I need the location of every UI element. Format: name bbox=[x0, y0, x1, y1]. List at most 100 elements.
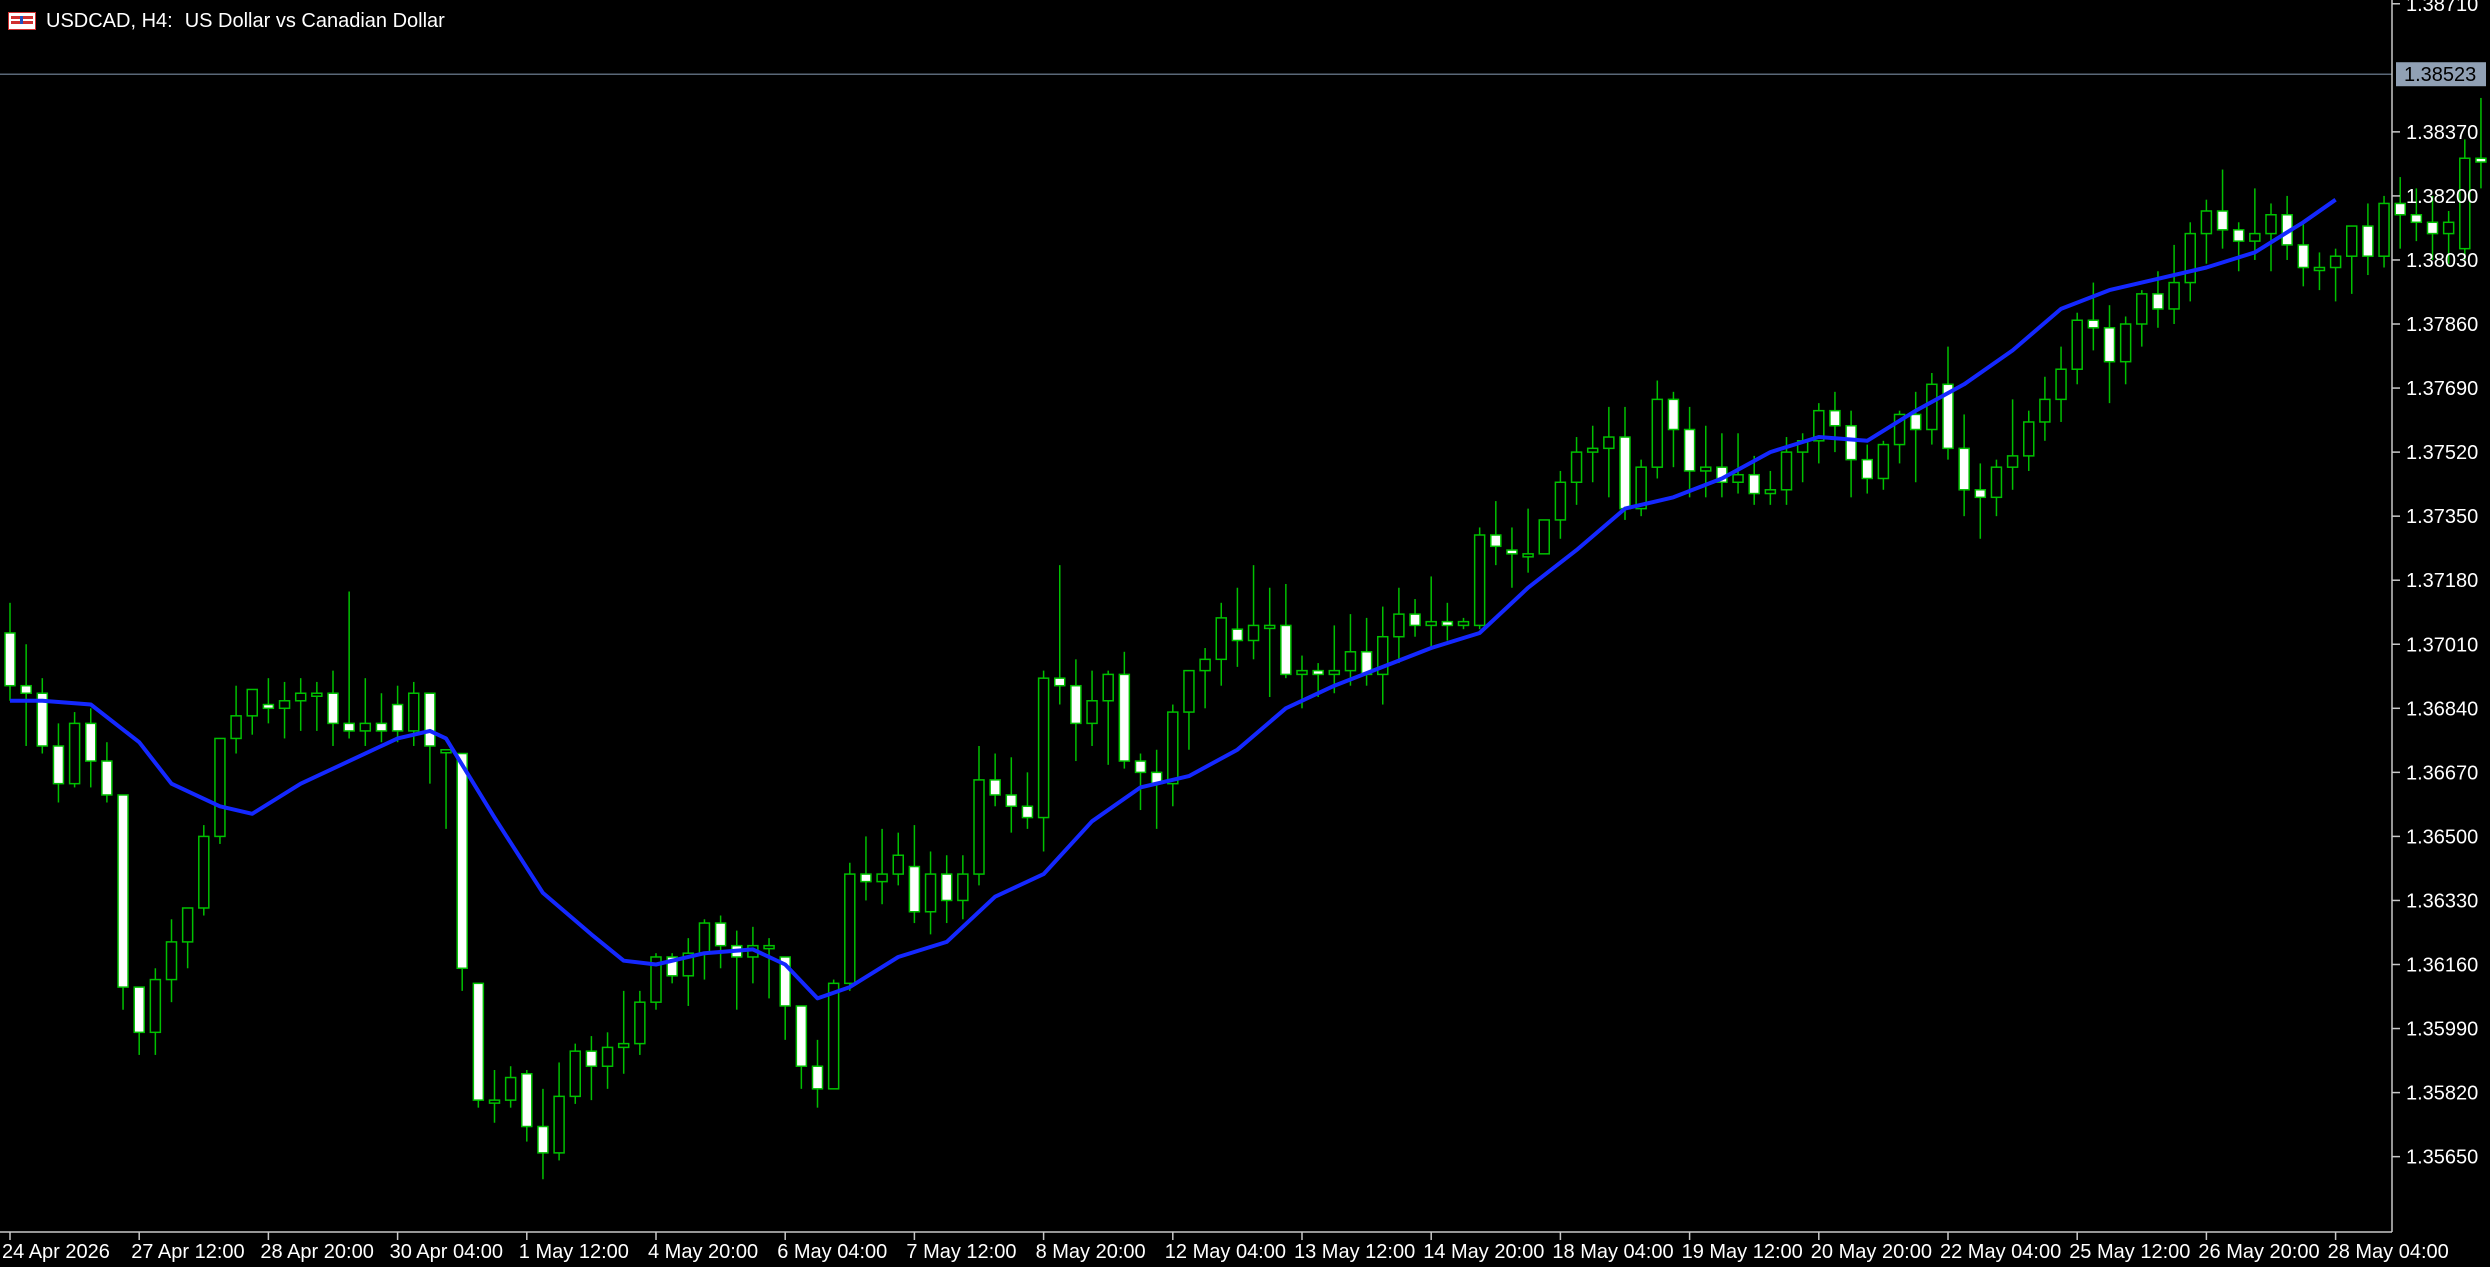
candle-body bbox=[1167, 711, 1179, 785]
candle bbox=[214, 737, 226, 844]
candle bbox=[1344, 614, 1357, 686]
candle-body bbox=[20, 684, 32, 694]
candle-body bbox=[1683, 428, 1696, 472]
candle-body bbox=[1247, 624, 1260, 642]
candle-body bbox=[2313, 266, 2326, 272]
candle-body bbox=[1990, 466, 2003, 499]
candle-body bbox=[1554, 481, 1567, 521]
candle-body bbox=[585, 1050, 598, 1067]
candle-body bbox=[2249, 232, 2261, 242]
candle-body bbox=[763, 944, 775, 950]
candle bbox=[521, 1069, 533, 1142]
candle bbox=[634, 990, 646, 1055]
candle bbox=[811, 1039, 824, 1108]
candle bbox=[1764, 470, 1777, 505]
candle bbox=[795, 1005, 808, 1089]
candle-body bbox=[1909, 413, 1922, 431]
candle-body bbox=[1134, 760, 1147, 774]
candle bbox=[1070, 659, 1082, 762]
candle-body bbox=[1457, 620, 1470, 627]
candle-body bbox=[844, 873, 856, 985]
candle bbox=[1102, 670, 1114, 765]
candle-body bbox=[1118, 673, 1131, 762]
candle-body bbox=[860, 873, 872, 883]
candle-body bbox=[472, 982, 485, 1101]
candle-body bbox=[2119, 323, 2132, 363]
candle-body bbox=[1037, 677, 1050, 819]
candle bbox=[359, 678, 372, 746]
candle-body bbox=[924, 873, 937, 913]
candle-body bbox=[2184, 232, 2196, 284]
candle-body bbox=[2232, 229, 2245, 242]
candle bbox=[1909, 391, 1922, 483]
candle bbox=[1554, 470, 1567, 539]
price-chart[interactable]: 1.38710 1.38370 1.38200 1.38030 1.37860 1.376… bbox=[0, 0, 2490, 1267]
candle bbox=[1877, 440, 1890, 490]
candle bbox=[908, 825, 921, 924]
y-tick-label: 1.37860 bbox=[2406, 314, 2478, 336]
candle-body bbox=[1070, 684, 1082, 725]
candle bbox=[262, 678, 275, 724]
candle bbox=[1974, 463, 1987, 539]
candle-body bbox=[359, 722, 372, 732]
candle-body bbox=[827, 982, 840, 1090]
candle bbox=[1651, 380, 1664, 479]
candle-body bbox=[2394, 202, 2406, 216]
candle bbox=[2378, 195, 2390, 268]
candle bbox=[1118, 651, 1131, 769]
candle-body bbox=[1473, 534, 1486, 627]
candles-layer bbox=[0, 73, 2487, 1180]
candle bbox=[1619, 406, 1631, 520]
x-tick-label: 28 May 04:00 bbox=[2328, 1241, 2449, 1263]
candle-body bbox=[2216, 210, 2229, 231]
candle-body bbox=[1312, 669, 1324, 676]
candle-body bbox=[1829, 409, 1841, 427]
candle bbox=[1183, 669, 1195, 750]
candle bbox=[2023, 410, 2035, 471]
candle-body bbox=[101, 760, 113, 796]
candle-body bbox=[391, 703, 404, 732]
candle-body bbox=[1054, 677, 1066, 687]
moving-average-layer bbox=[10, 198, 2337, 1001]
candle-body bbox=[1506, 549, 1518, 555]
candle-body bbox=[246, 688, 258, 717]
x-tick-label: 30 Apr 04:00 bbox=[390, 1241, 503, 1263]
candle bbox=[1409, 599, 1421, 637]
candle bbox=[375, 693, 388, 743]
candle-body bbox=[327, 692, 339, 725]
candle bbox=[101, 742, 113, 803]
candle-body bbox=[230, 715, 242, 740]
candle-body bbox=[795, 1005, 808, 1067]
candle-body bbox=[133, 986, 145, 1034]
candle-body bbox=[488, 1099, 501, 1104]
candle-body bbox=[1086, 700, 1098, 725]
candle-body bbox=[553, 1095, 565, 1154]
candle bbox=[2184, 222, 2196, 302]
candle-body bbox=[1199, 658, 1211, 672]
x-tick-label: 12 May 04:00 bbox=[1165, 1241, 1286, 1263]
candle bbox=[682, 938, 695, 1006]
candle bbox=[1490, 501, 1502, 566]
candle bbox=[1441, 602, 1454, 641]
candle bbox=[2039, 376, 2051, 441]
y-tick-label: 1.35820 bbox=[2406, 1083, 2478, 1105]
candle-body bbox=[1409, 613, 1421, 627]
candle bbox=[246, 688, 258, 735]
candle-body bbox=[634, 1001, 646, 1045]
candle-body bbox=[311, 692, 323, 697]
candle bbox=[1150, 749, 1163, 829]
candle bbox=[1054, 565, 1066, 705]
candle bbox=[860, 836, 872, 901]
candle bbox=[940, 855, 953, 924]
x-tick-label: 7 May 12:00 bbox=[906, 1241, 1016, 1263]
candle-body bbox=[1570, 451, 1583, 484]
candle-body bbox=[52, 745, 65, 785]
candle bbox=[2265, 203, 2277, 272]
candle bbox=[1021, 772, 1034, 829]
candle bbox=[1247, 565, 1260, 660]
candle-body bbox=[1102, 673, 1114, 702]
candle-body bbox=[1522, 553, 1534, 558]
candle-body bbox=[2378, 202, 2390, 257]
candle bbox=[504, 1066, 517, 1108]
candle-body bbox=[2006, 455, 2019, 468]
